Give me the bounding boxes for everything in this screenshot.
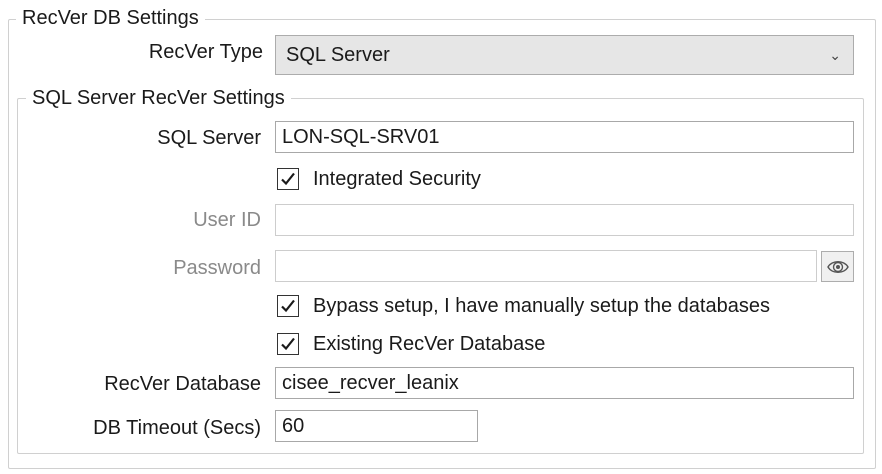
checkmark-icon — [281, 299, 295, 313]
existing-database-checkbox[interactable]: Existing RecVer Database — [277, 332, 577, 358]
db-timeout-input[interactable]: 60 — [275, 410, 478, 442]
integrated-security-checkbox[interactable]: Integrated Security — [277, 167, 537, 193]
user-id-input[interactable] — [275, 204, 854, 236]
db-timeout-label: DB Timeout (Secs) — [93, 417, 261, 439]
user-id-label: User ID — [193, 209, 261, 231]
sql-server-input[interactable]: LON-SQL-SRV01 — [275, 121, 854, 153]
password-input[interactable] — [275, 250, 817, 282]
show-password-button[interactable] — [821, 251, 854, 282]
recver-db-settings-title: RecVer DB Settings — [16, 6, 205, 30]
recver-type-select[interactable]: SQL Server ⌄ — [275, 35, 854, 75]
bypass-setup-box[interactable] — [277, 295, 299, 317]
existing-database-label: Existing RecVer Database — [313, 333, 546, 355]
checkmark-icon — [281, 337, 295, 351]
integrated-security-label: Integrated Security — [313, 168, 481, 190]
recver-database-input[interactable]: cisee_recver_leanix — [275, 367, 854, 399]
sql-server-label: SQL Server — [157, 127, 261, 149]
sql-server-settings-title: SQL Server RecVer Settings — [26, 86, 291, 110]
chevron-down-icon: ⌄ — [829, 47, 841, 63]
integrated-security-box[interactable] — [277, 168, 299, 190]
bypass-setup-checkbox[interactable]: Bypass setup, I have manually setup the … — [277, 294, 837, 320]
recver-database-label: RecVer Database — [104, 373, 261, 395]
eye-icon — [827, 261, 849, 273]
checkmark-icon — [281, 172, 295, 186]
existing-database-box[interactable] — [277, 333, 299, 355]
password-label: Password — [173, 257, 261, 279]
recver-type-label: RecVer Type — [148, 41, 263, 63]
bypass-setup-label: Bypass setup, I have manually setup the … — [313, 295, 770, 317]
recver-type-value: SQL Server — [286, 44, 390, 66]
